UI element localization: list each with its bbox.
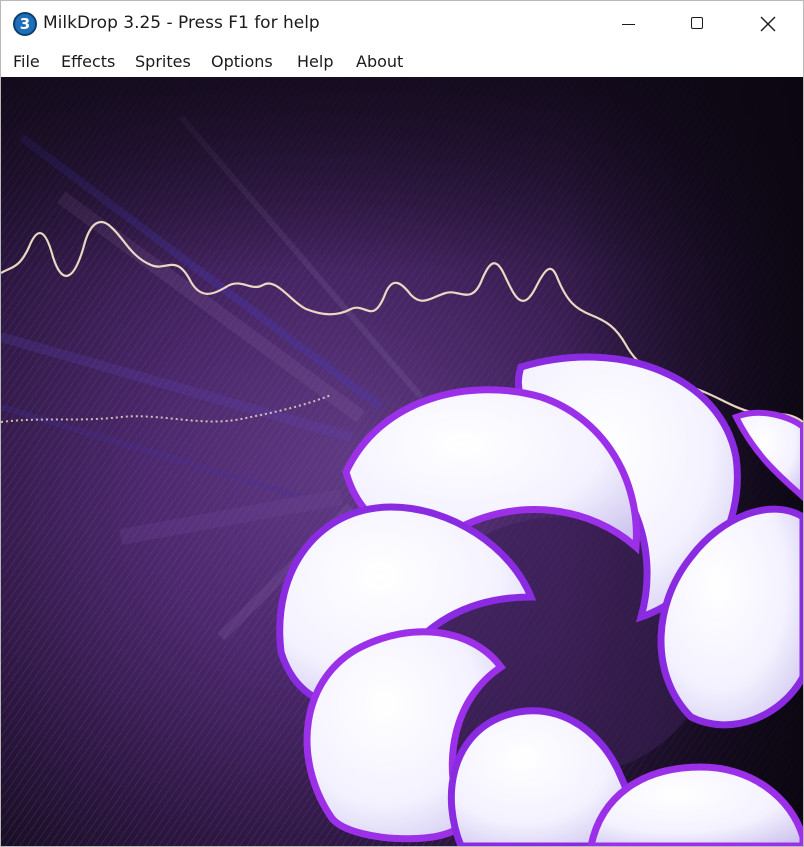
close-button[interactable] bbox=[733, 1, 803, 47]
maximize-icon bbox=[691, 17, 703, 29]
menu-about[interactable]: About bbox=[356, 52, 403, 71]
menu-file[interactable]: File bbox=[13, 52, 40, 71]
minimize-button[interactable] bbox=[593, 1, 663, 47]
minimize-icon bbox=[622, 24, 635, 25]
visualization-canvas[interactable] bbox=[1, 77, 803, 846]
milkdrop-app-icon: 3 bbox=[13, 12, 37, 36]
window-title: MilkDrop 3.25 - Press F1 for help bbox=[43, 13, 320, 33]
close-icon bbox=[760, 16, 776, 32]
menu-help[interactable]: Help bbox=[297, 52, 333, 71]
menu-effects[interactable]: Effects bbox=[61, 52, 115, 71]
maximize-button[interactable] bbox=[663, 1, 733, 47]
menu-options[interactable]: Options bbox=[211, 52, 273, 71]
title-bar[interactable]: 3 MilkDrop 3.25 - Press F1 for help bbox=[1, 1, 803, 47]
menu-sprites[interactable]: Sprites bbox=[135, 52, 191, 71]
milkdrop-window: 3 MilkDrop 3.25 - Press F1 for help File… bbox=[0, 0, 804, 847]
menu-bar: File Effects Sprites Options Help About bbox=[1, 47, 803, 77]
visualizer-render bbox=[1, 77, 803, 846]
